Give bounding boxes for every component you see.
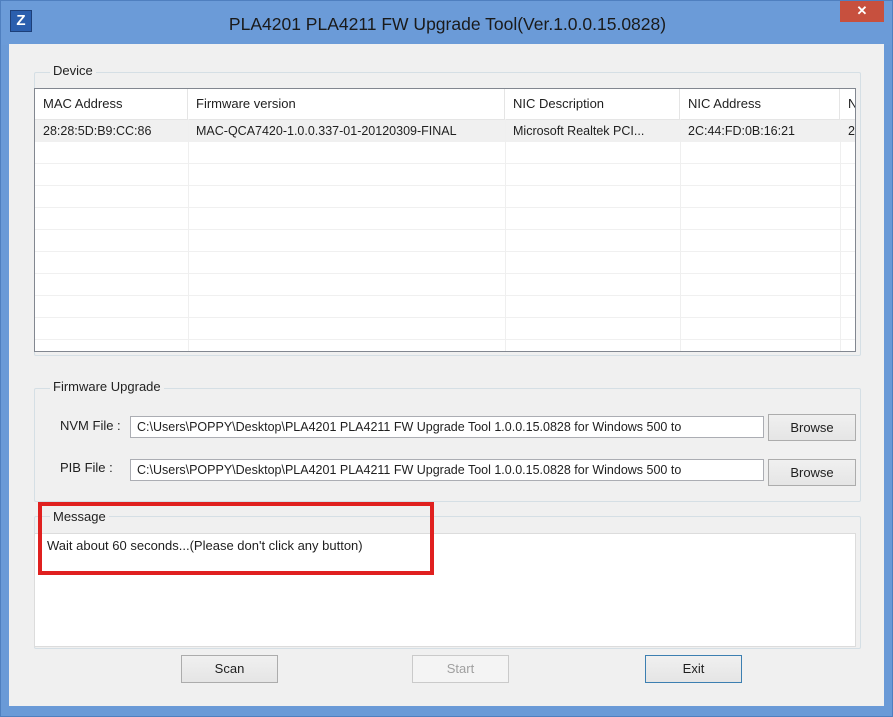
column-header-n[interactable]: N — [840, 89, 855, 119]
column-header-firmware-version[interactable]: Firmware version — [188, 89, 505, 119]
empty-row — [35, 186, 855, 208]
empty-row — [35, 274, 855, 296]
cell-firmware-version: MAC-QCA7420-1.0.0.337-01-20120309-FINAL — [188, 120, 505, 142]
empty-row — [35, 208, 855, 230]
table-row[interactable]: 28:28:5D:B9:CC:86 MAC-QCA7420-1.0.0.337-… — [35, 120, 855, 142]
column-divider — [840, 119, 841, 351]
cell-mac-address: 28:28:5D:B9:CC:86 — [35, 120, 188, 142]
scan-button[interactable]: Scan — [181, 655, 278, 683]
nvm-file-label: NVM File : — [60, 418, 121, 433]
empty-row — [35, 318, 855, 340]
window-title: PLA4201 PLA4211 FW Upgrade Tool(Ver.1.0.… — [228, 14, 667, 34]
cell-nic-description: Microsoft Realtek PCI... — [505, 120, 680, 142]
empty-row — [35, 164, 855, 186]
cell-n: 2 — [840, 120, 855, 142]
column-header-mac-address[interactable]: MAC Address — [35, 89, 188, 119]
device-list-header: MAC Address Firmware version NIC Descrip… — [35, 89, 855, 120]
firmware-upgrade-group — [34, 388, 861, 502]
pib-file-path-field[interactable]: C:\Users\POPPY\Desktop\PLA4201 PLA4211 F… — [130, 459, 764, 481]
pib-file-label: PIB File : — [60, 460, 113, 475]
firmware-upgrade-group-label: Firmware Upgrade — [50, 379, 164, 394]
column-header-nic-description[interactable]: NIC Description — [505, 89, 680, 119]
column-divider — [188, 119, 189, 351]
column-divider — [680, 119, 681, 351]
column-divider — [505, 119, 506, 351]
empty-row — [35, 252, 855, 274]
start-button[interactable]: Start — [412, 655, 509, 683]
device-group-label: Device — [50, 63, 96, 78]
empty-row — [35, 142, 855, 164]
highlight-annotation — [38, 502, 434, 575]
nvm-file-path-field[interactable]: C:\Users\POPPY\Desktop\PLA4201 PLA4211 F… — [130, 416, 764, 438]
empty-row — [35, 296, 855, 318]
cell-nic-address: 2C:44:FD:0B:16:21 — [680, 120, 840, 142]
column-header-nic-address[interactable]: NIC Address — [680, 89, 840, 119]
exit-button[interactable]: Exit — [645, 655, 742, 683]
device-list[interactable]: MAC Address Firmware version NIC Descrip… — [34, 88, 856, 352]
nvm-browse-button[interactable]: Browse — [768, 414, 856, 441]
close-button[interactable]: ✕ — [840, 1, 884, 22]
empty-row — [35, 230, 855, 252]
pib-browse-button[interactable]: Browse — [768, 459, 856, 486]
